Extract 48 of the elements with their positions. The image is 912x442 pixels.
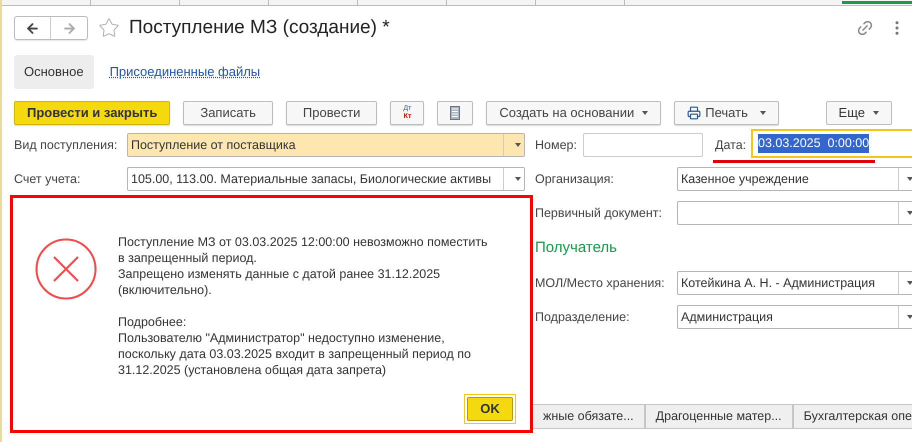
caret-icon (906, 315, 912, 319)
printer-icon (687, 106, 702, 120)
field-label: Организация: (535, 170, 615, 188)
create-based-on-button[interactable]: Создать на основании (486, 101, 662, 125)
more-button[interactable]: Еще (826, 101, 892, 125)
tab[interactable]: Присоединенные файлы (100, 55, 270, 89)
window-title: Поступление МЗ (создание) * (129, 16, 390, 40)
field-label: Дата: (715, 136, 748, 154)
dropdown-field[interactable]: Поступление от поставщика (127, 133, 525, 157)
caret-icon (906, 177, 912, 181)
tab[interactable]: Основное (14, 55, 94, 89)
ok-button[interactable]: OK (467, 397, 513, 421)
forward-icon (62, 20, 76, 36)
star-icon[interactable] (98, 17, 120, 39)
field-label: МОЛ/Место хранения: (535, 274, 666, 292)
caret-icon (515, 143, 521, 147)
caret-icon (760, 111, 766, 115)
error-message: Поступление МЗ от 03.03.2025 12:00:00 невозможно поместить в запрещенный период. Запрещено изменять данные с датой ранее 31.12.2025 (включительно). (118, 234, 489, 298)
error-message: Подробнее: Пользователю "Администратор" недоступно изменение, поскольку дата 03.03.2025 входит в запрещенный период по 31.12.2025 (установлена общая дата запрета) (118, 314, 472, 378)
bottom-tab[interactable]: жные обязате... (532, 404, 645, 429)
caret-icon (906, 281, 912, 285)
field-label: Счет учета: (14, 170, 82, 188)
post-and-close-button[interactable]: Провести и закрыть (14, 101, 170, 125)
field-label: Подразделение: (535, 308, 631, 326)
field-label: Первичный документ: (535, 204, 663, 222)
dropdown-field[interactable]: Администрация (677, 305, 912, 329)
report-button[interactable] (437, 101, 474, 125)
section-heading: Получатель (535, 238, 618, 258)
number-field[interactable] (583, 133, 703, 157)
date-field[interactable]: 03.03.2025 0:00:00 (751, 129, 912, 158)
dropdown-field[interactable]: Казенное учреждение (677, 167, 912, 191)
caret-icon (906, 211, 912, 215)
caret-icon (642, 111, 648, 115)
print-button[interactable]: Печать (674, 101, 779, 125)
caret-icon (515, 177, 521, 181)
field-label: Номер: (535, 136, 578, 154)
error-icon (35, 238, 97, 300)
bottom-tab[interactable]: Драгоценные матер... (644, 404, 793, 429)
toolbar-button[interactable]: Записать (183, 101, 273, 125)
back-icon (25, 20, 40, 36)
toolbar-button[interactable]: Провести (286, 101, 378, 125)
caret-icon (873, 111, 879, 115)
dropdown-field[interactable]: 105.00, 113.00. Материальные запасы, Биологические активы (127, 167, 525, 191)
dropdown-field[interactable] (677, 201, 912, 225)
bottom-tab[interactable]: Бухгалтерская опе (792, 404, 912, 429)
dropdown-field[interactable]: Котейкина А. Н. - Администрация (677, 271, 912, 295)
field-label: Вид поступления: (14, 136, 118, 154)
list-icon (450, 106, 460, 120)
